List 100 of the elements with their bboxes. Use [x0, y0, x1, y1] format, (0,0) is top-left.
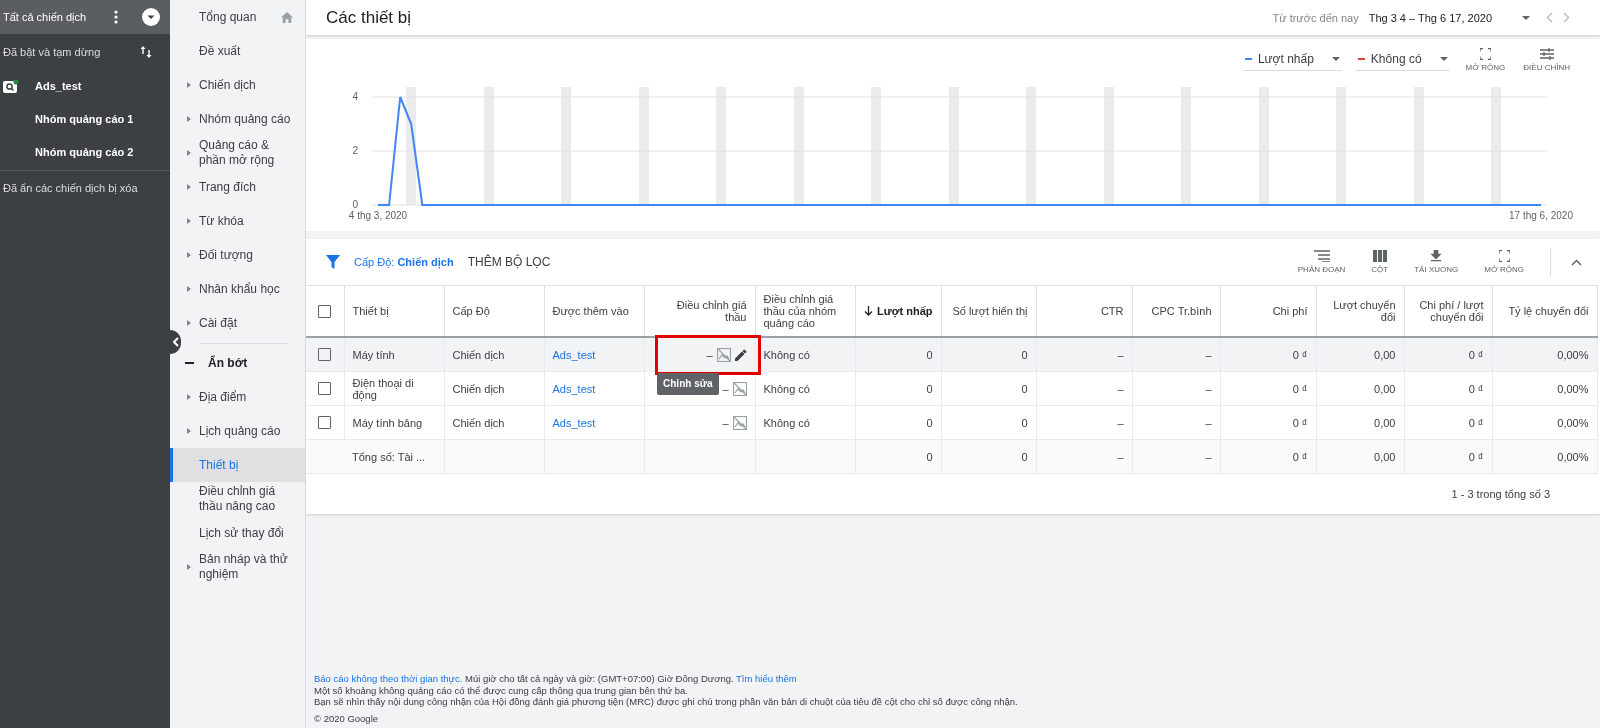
column-header[interactable]: Số lượt hiển thị	[952, 305, 1028, 317]
expand-arrow-icon	[187, 150, 191, 156]
table-tool-button[interactable]: MỞ RỘNG	[1478, 250, 1530, 274]
nav-item[interactable]: Nhân khẩu học	[170, 272, 305, 306]
nav-item[interactable]: Đối tượng	[170, 238, 305, 272]
table-cell: 0 ₫	[1292, 416, 1308, 429]
table-cell: –	[706, 348, 713, 361]
copyright-text: © 2020 Google	[314, 712, 380, 724]
pagination-text: 1 - 3 trong tổng số 3	[1451, 488, 1550, 500]
dropdown-icon[interactable]	[142, 8, 160, 26]
nav-item[interactable]: Trang đích	[170, 170, 305, 204]
total-label: Tổng số: Tài ...	[352, 450, 426, 463]
column-header[interactable]: Được thêm vào	[552, 305, 629, 317]
nav-item[interactable]: Lịch quảng cáo	[170, 414, 305, 448]
nav-item[interactable]: Ẩn bớt	[170, 346, 305, 380]
table-cell: –	[1205, 450, 1212, 463]
select-all-checkbox[interactable]	[318, 304, 332, 318]
more-icon[interactable]	[114, 10, 118, 24]
filter-icon[interactable]	[326, 255, 340, 269]
fullscreen-icon	[1479, 48, 1491, 60]
nav-item[interactable]: Nhóm quảng cáo	[170, 102, 305, 136]
collapse-dash-icon	[185, 362, 194, 364]
table-tool-button[interactable]: TẢI XUỐNG	[1408, 250, 1465, 274]
campaign-link[interactable]: Ads_test	[552, 382, 596, 395]
expand-arrow-icon	[187, 320, 191, 326]
column-header[interactable]: CTR	[1100, 305, 1124, 317]
expand-arrow-icon	[187, 218, 191, 224]
sort-icon[interactable]	[140, 45, 152, 59]
table-cell: 0 ₫	[1468, 450, 1484, 463]
table-tool-button[interactable]: CỘT	[1365, 250, 1395, 274]
nav-item[interactable]: Cài đặt	[170, 306, 305, 340]
campaign-name: Ads_test	[35, 80, 82, 92]
campaign-link[interactable]: Ads_test	[552, 416, 596, 429]
collapse-icon[interactable]	[1571, 258, 1582, 266]
expand-arrow-icon	[187, 116, 191, 122]
chart-tool-button[interactable]: ĐIỀU CHỈNH	[1521, 48, 1572, 72]
column-header[interactable]: Tỷ lệ chuyển đổi	[1508, 305, 1589, 317]
row-checkbox[interactable]	[318, 382, 332, 396]
footer-link[interactable]: Báo cáo không theo thời gian thực.	[314, 673, 463, 684]
nav-item[interactable]: Chiến dịch	[170, 68, 305, 102]
campaign-link[interactable]: Ads_test	[552, 348, 596, 361]
x-tick-label: 4 thg 3, 2020	[348, 210, 408, 221]
table-cell: –	[1117, 450, 1124, 463]
ad-group-item[interactable]: Nhóm quảng cáo 2	[0, 135, 170, 168]
edit-icon[interactable]	[734, 348, 747, 361]
table-cell: –	[1205, 382, 1212, 395]
table-cell: 0,00	[1374, 348, 1396, 361]
expand-arrow-icon	[187, 394, 191, 400]
table-cell: 0 ₫	[1292, 382, 1308, 395]
segment-lines-icon	[1313, 250, 1330, 262]
table-cell: 0 ₫	[1468, 382, 1484, 395]
table-cell: Máy tính	[352, 348, 395, 361]
nav-item[interactable]: Từ khóa	[170, 204, 305, 238]
campaign-item[interactable]: Ads_test	[0, 70, 170, 102]
crossed-image-icon	[716, 347, 731, 362]
column-header[interactable]: Thiết bị	[352, 305, 389, 317]
y-tick-label: 2	[352, 145, 359, 156]
table-cell: –	[722, 382, 729, 395]
column-header[interactable]: CPC Tr.bình	[1151, 305, 1212, 317]
column-header[interactable]: Lượt nhấp	[877, 305, 933, 317]
section-label: Đã bật và tạm dừng	[3, 46, 101, 58]
expand-arrow-icon	[187, 184, 191, 190]
table-cell: Không có	[763, 416, 810, 429]
metric-selector[interactable]: Lượt nhấp	[1242, 49, 1342, 71]
table-cell: –	[1205, 416, 1212, 429]
table-cell: 0 ₫	[1468, 416, 1484, 429]
campaign-selector[interactable]: Tất cả chiến dịch	[0, 0, 170, 34]
nav-item[interactable]: Bản nháp và thử nghiệm	[170, 550, 305, 584]
expand-arrow-icon	[187, 564, 191, 570]
chart-tool-button[interactable]: MỞ RỘNG	[1463, 48, 1508, 72]
nav-item[interactable]: Địa điểm	[170, 380, 305, 414]
nav-item[interactable]: Lịch sử thay đổi	[170, 516, 305, 550]
table-cell: 0,00	[1374, 416, 1396, 429]
table-tool-button[interactable]: PHÂN ĐOẠN	[1291, 250, 1352, 274]
table-row[interactable]: Máy tính bảng Chiến dịch Ads_test – Không có 0 0 – – 0 ₫ 0,00 0 ₫ 0,00%	[306, 405, 1597, 440]
fullscreen-icon	[1498, 250, 1510, 262]
date-range-selector[interactable]: Thg 3 4 – Thg 6 17, 2020	[1368, 11, 1536, 24]
table-cell: 0	[1021, 382, 1028, 395]
dropdown-icon	[1522, 15, 1530, 20]
crossed-image-icon	[732, 415, 747, 430]
y-tick-label: 0	[352, 199, 359, 210]
ad-group-item[interactable]: Nhóm quảng cáo 1	[0, 102, 170, 135]
nav-item[interactable]: Thiết bị	[170, 448, 305, 482]
column-header[interactable]: Chi phí	[1272, 305, 1308, 317]
table-cell: 0	[926, 348, 933, 361]
table-cell: 0	[926, 416, 933, 429]
row-checkbox[interactable]	[318, 348, 332, 362]
nav-item[interactable]: Tổng quan	[170, 0, 305, 34]
column-header[interactable]: Cấp Độ	[452, 305, 490, 317]
filter-chip[interactable]: Cấp Độ: Chiến dịch	[354, 256, 454, 268]
row-checkbox[interactable]	[318, 416, 332, 430]
nav-item[interactable]: Điều chỉnh giá thầu nâng cao	[170, 482, 305, 516]
nav-item[interactable]: Đề xuất	[170, 34, 305, 68]
collapse-sidebar-button[interactable]	[170, 330, 181, 354]
nav-item[interactable]: Quảng cáo & phần mở rộng	[170, 136, 305, 170]
learn-more-link[interactable]: Tìm hiểu thêm	[736, 673, 797, 684]
y-tick-label: 4	[352, 91, 359, 102]
table-cell: Chiến dịch	[452, 416, 505, 429]
metric-selector[interactable]: Không có	[1355, 49, 1450, 71]
add-filter-button[interactable]: THÊM BỘ LỌC	[467, 255, 551, 269]
